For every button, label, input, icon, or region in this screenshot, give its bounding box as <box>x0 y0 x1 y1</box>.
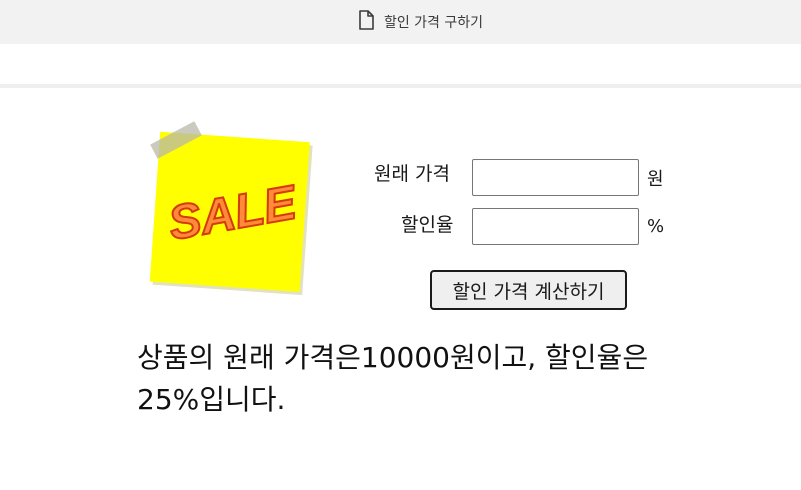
rate-row: 할인율 <box>401 210 453 237</box>
active-tab[interactable]: 할인 가격 구하기 <box>0 0 801 44</box>
price-unit: 원 <box>647 168 664 190</box>
toolbar <box>0 44 801 85</box>
price-row: 원래 가격 <box>374 159 450 186</box>
document-icon <box>358 10 374 34</box>
price-input[interactable] <box>472 159 639 196</box>
page-content: SALE 원래 가격 원 할인율 % 할인 가격 계산하기 상품의 원래 가격은… <box>0 89 801 490</box>
sale-sticky-note-image: SALE <box>145 117 320 302</box>
rate-unit: % <box>647 216 665 237</box>
price-label: 원래 가격 <box>374 163 450 185</box>
rate-label: 할인율 <box>401 214 454 236</box>
calculate-button[interactable]: 할인 가격 계산하기 <box>430 270 627 310</box>
result-text: 상품의 원래 가격은10000원이고, 할인율은 25%입니다. <box>137 341 649 416</box>
rate-input[interactable] <box>472 208 639 245</box>
toolbar-divider <box>0 84 801 88</box>
tab-title: 할인 가격 구하기 <box>383 15 484 31</box>
tab-bar: 할인 가격 구하기 <box>0 0 801 44</box>
